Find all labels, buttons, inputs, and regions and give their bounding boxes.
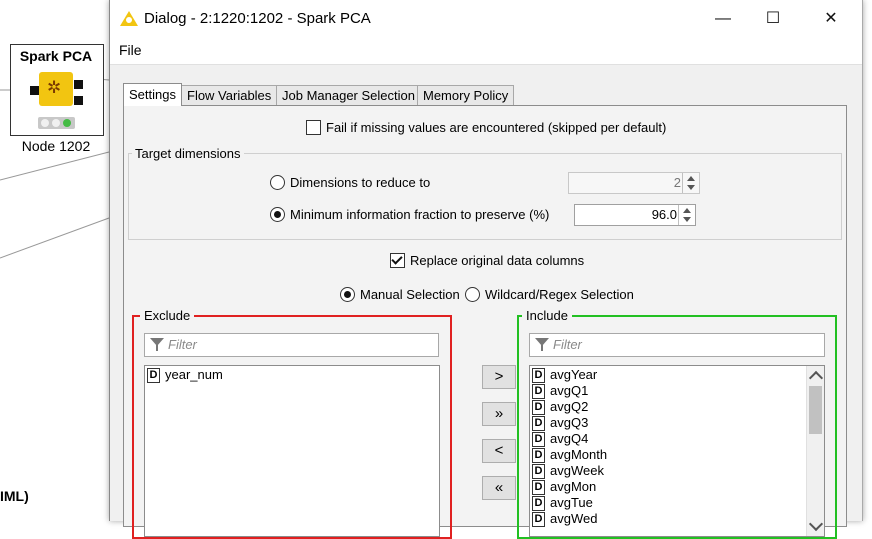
add-button[interactable]: > — [482, 365, 516, 389]
partial-node-label: IML) — [0, 488, 29, 504]
remove-button[interactable]: < — [482, 439, 516, 463]
manual-selection-radio[interactable] — [340, 287, 355, 302]
include-list[interactable]: DavgYear DavgQ1 DavgQ2 DavgQ3 DavgQ4 Dav… — [529, 365, 825, 537]
double-type-icon: D — [532, 480, 545, 495]
add-all-button[interactable]: » — [482, 402, 516, 426]
include-title: Include — [522, 308, 572, 323]
fail-missing-checkbox[interactable] — [306, 120, 321, 135]
list-item[interactable]: DavgQ3 — [532, 415, 588, 431]
include-list-scrollbar[interactable] — [806, 366, 824, 536]
list-item[interactable]: DavgTue — [532, 495, 593, 511]
double-type-icon: D — [147, 368, 160, 383]
double-type-icon: D — [532, 400, 545, 415]
tab-flow-variables[interactable]: Flow Variables — [181, 85, 278, 105]
node-label: Node 1202 — [21, 138, 91, 154]
list-item[interactable]: DavgWed — [532, 511, 597, 527]
node-title: Spark PCA — [19, 48, 93, 64]
replace-columns-checkbox[interactable] — [390, 253, 405, 268]
double-type-icon: D — [532, 512, 545, 527]
filter-icon — [535, 338, 549, 351]
menu-file[interactable]: File — [119, 42, 142, 58]
spark-pca-node-icon[interactable]: ✲ — [39, 72, 73, 106]
node-input-port[interactable] — [30, 86, 39, 95]
double-type-icon: D — [532, 464, 545, 479]
list-item-label: avgTue — [550, 495, 593, 510]
node-status-lights — [38, 117, 75, 129]
exclude-filter-input[interactable]: Filter — [144, 333, 439, 357]
replace-columns-label: Replace original data columns — [410, 253, 585, 268]
list-item[interactable]: DavgYear — [532, 367, 597, 383]
maximize-button[interactable]: ☐ — [750, 0, 796, 38]
list-item-label: avgWeek — [550, 463, 604, 478]
min-info-value: 96.0 — [651, 207, 677, 222]
min-info-label: Minimum information fraction to preserve… — [290, 207, 550, 222]
target-dimensions-title: Target dimensions — [132, 146, 244, 161]
dims-reduce-radio[interactable] — [270, 175, 285, 190]
settings-panel: Fail if missing values are encountered (… — [123, 105, 847, 539]
title-bar[interactable]: Dialog - 2:1220:1202 - Spark PCA — ☐ ✕ — [110, 0, 862, 38]
scroll-thumb[interactable] — [809, 386, 822, 434]
spinner-down-icon[interactable] — [687, 185, 695, 190]
list-item[interactable]: DavgQ4 — [532, 431, 588, 447]
list-item-label: avgQ3 — [550, 415, 589, 430]
list-item-label: year_num — [165, 367, 223, 382]
spinner-up-icon[interactable] — [683, 208, 691, 213]
double-type-icon: D — [532, 368, 545, 383]
list-item-label: avgMon — [550, 479, 597, 494]
list-item[interactable]: DavgMon — [532, 479, 596, 495]
knime-warning-icon — [120, 11, 138, 26]
exclude-title: Exclude — [140, 308, 195, 323]
tab-memory-policy[interactable]: Memory Policy — [417, 85, 515, 105]
wildcard-selection-radio[interactable] — [465, 287, 480, 302]
spinner-down-icon[interactable] — [683, 217, 691, 222]
node-output-port-1[interactable] — [74, 80, 83, 89]
include-filter-placeholder: Filter — [553, 337, 582, 352]
list-item[interactable]: DavgMonth — [532, 447, 607, 463]
dialog-window: Dialog - 2:1220:1202 - Spark PCA — ☐ ✕ F… — [109, 0, 863, 539]
remove-all-button[interactable]: « — [482, 476, 516, 500]
list-item-label: avgQ1 — [550, 383, 589, 398]
spinner-up-icon[interactable] — [687, 176, 695, 181]
min-info-spinner[interactable]: 96.0 — [574, 204, 696, 226]
window-title: Dialog - 2:1220:1202 - Spark PCA — [144, 10, 371, 27]
double-type-icon: D — [532, 416, 545, 431]
tab-job-manager-selection[interactable]: Job Manager Selection — [276, 85, 421, 105]
double-type-icon: D — [532, 384, 545, 399]
double-type-icon: D — [532, 448, 545, 463]
scroll-down-icon[interactable] — [808, 516, 824, 532]
list-item[interactable]: DavgQ1 — [532, 383, 588, 399]
dims-reduce-label: Dimensions to reduce to — [290, 175, 431, 190]
close-button[interactable]: ✕ — [808, 0, 854, 38]
list-item-label: avgMonth — [550, 447, 608, 462]
scroll-up-icon[interactable] — [808, 370, 824, 386]
include-filter-input[interactable]: Filter — [529, 333, 825, 357]
menu-bar: File — [110, 38, 862, 65]
wildcard-selection-label: Wildcard/Regex Selection — [485, 287, 634, 302]
list-item-label: avgQ2 — [550, 399, 589, 414]
list-item[interactable]: DavgQ2 — [532, 399, 588, 415]
double-type-icon: D — [532, 496, 545, 511]
double-type-icon: D — [532, 432, 545, 447]
list-item[interactable]: Dyear_num — [147, 367, 223, 383]
tab-settings[interactable]: Settings — [123, 83, 182, 106]
dims-reduce-spinner[interactable]: 2 — [568, 172, 700, 194]
list-item-label: avgWed — [550, 511, 598, 526]
minimize-button[interactable]: — — [700, 0, 746, 38]
filter-icon — [150, 338, 164, 351]
node-output-port-2[interactable] — [74, 96, 83, 105]
fail-missing-label: Fail if missing values are encountered (… — [326, 120, 667, 135]
min-info-radio[interactable] — [270, 207, 285, 222]
list-item[interactable]: DavgWeek — [532, 463, 604, 479]
exclude-filter-placeholder: Filter — [168, 337, 197, 352]
target-dimensions-group — [128, 153, 842, 240]
manual-selection-label: Manual Selection — [360, 287, 460, 302]
exclude-list[interactable]: Dyear_num — [144, 365, 440, 537]
list-item-label: avgYear — [550, 367, 598, 382]
dims-reduce-value: 2 — [673, 175, 681, 190]
list-item-label: avgQ4 — [550, 431, 589, 446]
